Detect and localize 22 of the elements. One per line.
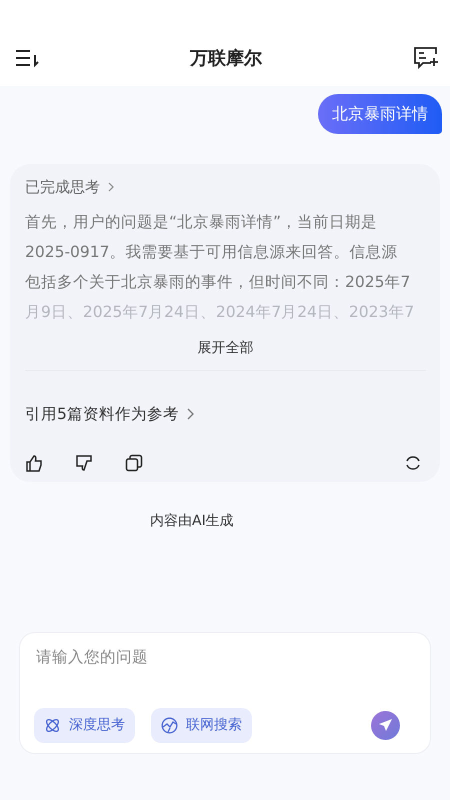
thumbs-up-icon[interactable] bbox=[25, 454, 43, 472]
ai-disclaimer: 内容由AI生成 bbox=[150, 512, 234, 529]
thinking-text: 包括多个关于北京暴雨的事件，但时间不同：2025年7 bbox=[25, 272, 412, 292]
chevron-icon bbox=[186, 408, 194, 420]
thinking-text: 2025-0917。我需要基于可用信息源来回答。信息源 bbox=[25, 242, 398, 262]
references-link[interactable]: 引用5篇资料作为参考 bbox=[25, 402, 179, 426]
new-chat-icon[interactable] bbox=[412, 46, 440, 70]
chevron-icon bbox=[108, 182, 114, 192]
menu-icon[interactable] bbox=[14, 47, 40, 69]
thinking-text: 月9日、2025年7月24日、2024年7月24日、2023年7 bbox=[25, 302, 416, 322]
web-search-button[interactable]: 联网搜索 bbox=[151, 708, 252, 743]
deep-think-button[interactable]: 深度思考 bbox=[34, 708, 135, 743]
refresh-icon[interactable] bbox=[404, 454, 422, 472]
user-message: 北京暴雨详情 bbox=[318, 94, 442, 134]
thinking-label: 已完成思考 bbox=[25, 177, 100, 198]
send-button[interactable] bbox=[371, 710, 400, 740]
thinking-text: 首先，用户的问题是“北京暴雨详情”，当前日期是 bbox=[25, 212, 378, 232]
expand-button[interactable]: 展开全部 bbox=[192, 336, 260, 360]
globe-icon bbox=[161, 716, 178, 734]
app-title: 万联摩尔 bbox=[190, 46, 262, 70]
atom-icon bbox=[44, 716, 61, 734]
send-icon bbox=[378, 718, 393, 733]
